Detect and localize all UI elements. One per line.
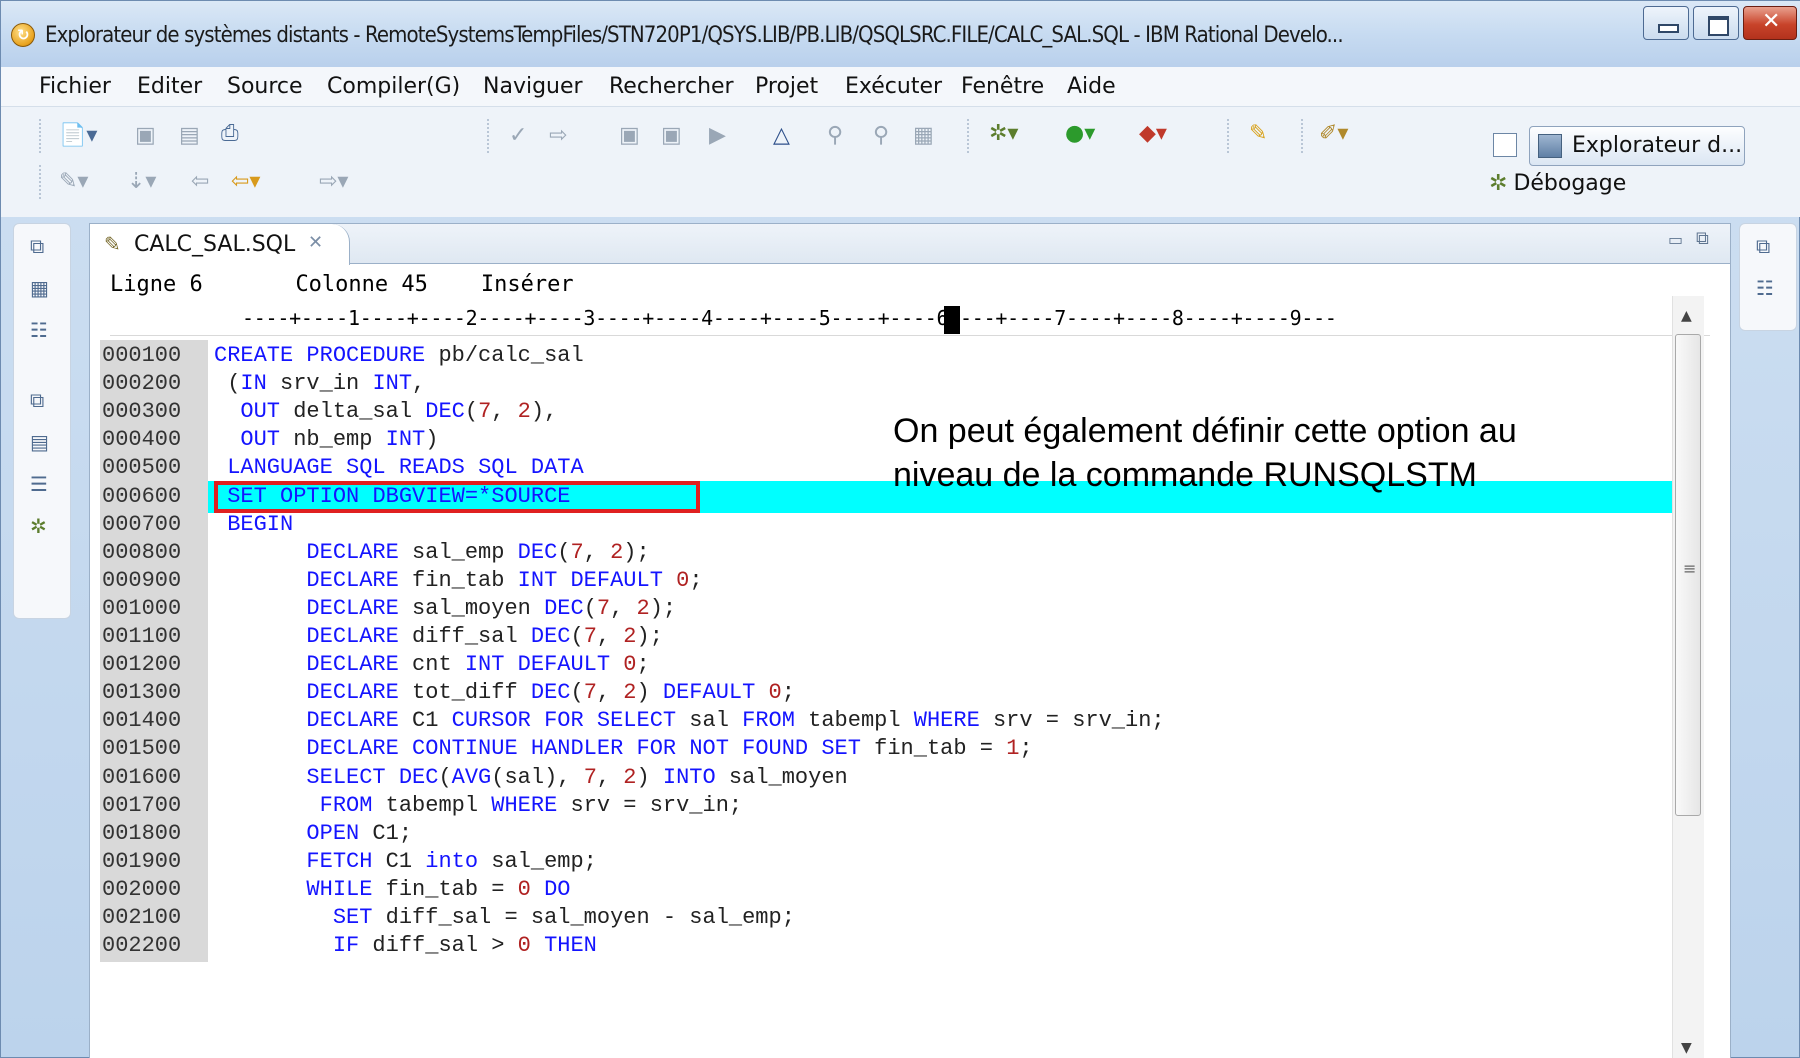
run-icon[interactable]: ●▾ (1065, 121, 1095, 147)
pencil-icon: ✎ (104, 232, 121, 256)
table-view-icon[interactable]: ▤ (30, 430, 49, 454)
print-icon[interactable]: ⎙ (221, 121, 239, 147)
app-icon: ↻ (11, 23, 35, 47)
restore-icon[interactable]: ⧉ (30, 388, 44, 412)
outline-view-icon[interactable]: ☷ (1756, 276, 1774, 300)
tab-label: CALC_SAL.SQL (134, 232, 296, 257)
toolbar-separator (487, 119, 489, 153)
annotation-callout: On peut également définir cette option a… (893, 409, 1613, 497)
minimize-button[interactable] (1643, 6, 1689, 40)
menu-compiler[interactable]: Compiler(G) (327, 74, 460, 99)
save-all-icon[interactable]: ▤ (179, 123, 200, 149)
last-edit-icon[interactable]: ✎▾ (59, 169, 88, 195)
close-button[interactable]: ✕ (1743, 6, 1797, 40)
ide-window: ↻ Explorateur de systèmes distants - Rem… (0, 0, 1800, 1058)
line-number: 000500 (100, 452, 208, 484)
perspective-explorer-button[interactable]: Explorateur d... (1529, 126, 1745, 166)
menu-editer[interactable]: Editer (137, 74, 202, 99)
tab-calc-sal[interactable]: ✎ CALC_SAL.SQL ✕ (90, 224, 350, 265)
grip-icon: ≡ (1683, 559, 1697, 578)
window-title: Explorateur de systèmes distants - Remot… (45, 23, 1344, 48)
toolbar-separator (1301, 119, 1303, 153)
maximize-view-icon[interactable]: ⧉ (1696, 228, 1709, 249)
perspective-debug-button[interactable]: ✲ Débogage (1489, 171, 1626, 196)
debug-run-icon[interactable]: ✲▾ (989, 121, 1018, 147)
check-icon[interactable]: ✓ (509, 123, 527, 149)
editor-status-line: Ligne 6 Colonne 45 Insérer (110, 272, 574, 297)
minimize-view-icon[interactable]: ▭ (1668, 230, 1683, 249)
menu-rechercher[interactable]: Rechercher (609, 74, 734, 99)
ruler-cursor-marker (944, 306, 960, 334)
right-view-trim: ⧉ ☷ (1739, 223, 1797, 331)
menu-aide[interactable]: Aide (1067, 74, 1116, 99)
close-icon: ✕ (1762, 9, 1781, 34)
scrollbar-thumb[interactable]: ≡ (1675, 334, 1701, 816)
remote-systems-icon[interactable]: ▦ (30, 276, 49, 300)
line-number: 002200 (100, 930, 208, 962)
delta-icon[interactable]: △ (773, 123, 790, 149)
resume-icon[interactable]: ▶ (709, 123, 726, 149)
open-perspective-icon[interactable] (1493, 133, 1517, 157)
maximize-button[interactable] (1693, 6, 1739, 40)
menu-naviguer[interactable]: Naviguer (483, 74, 583, 99)
editor-tabstrip: ✎ CALC_SAL.SQL ✕ ▭ ⧉ (90, 224, 1730, 265)
code-line[interactable]: 001500 DECLARE CONTINUE HANDLER FOR NOT … (100, 733, 1672, 765)
menu-bar: Fichier Editer Source Compiler(G) Navigu… (1, 67, 1800, 107)
line-code: LANGUAGE SQL READS SQL DATA (227, 455, 584, 480)
sql-editor: ✎ CALC_SAL.SQL ✕ ▭ ⧉ Ligne 6 Colonne 45 … (89, 223, 1731, 1058)
main-toolbar: 📄▾ ▣ ▤ ⎙ ✎▾ ⇣▾ ⇦ ⇦▾ ⇨▾ ✓ ⇨ ▣ ▣ ▶ △ ⚲ ⚲ ▦… (1, 107, 1800, 217)
toolbar-separator (1227, 119, 1229, 153)
ruler-text: ----+----1----+----2----+----3----+----4… (242, 306, 1337, 330)
highlight-icon[interactable]: ✎ (1249, 121, 1267, 147)
toolbar-separator (967, 119, 969, 153)
scroll-up-icon[interactable]: ▲ (1681, 308, 1692, 324)
menu-fenetre[interactable]: Fenêtre (961, 74, 1044, 99)
line-indicator: Ligne 6 (110, 272, 203, 297)
line-code: IF diff_sal > 0 THEN (332, 933, 597, 958)
restore-icon[interactable]: ⧉ (30, 234, 44, 258)
menu-source[interactable]: Source (227, 74, 303, 99)
line-code: DECLARE CONTINUE HANDLER FOR NOT FOUND S… (306, 736, 1033, 761)
back-icon[interactable]: ⇦▾ (231, 169, 260, 195)
bug-icon: ✲ (1489, 171, 1508, 196)
menu-fichier[interactable]: Fichier (39, 74, 111, 99)
annotation-nav-icon[interactable]: ⇣▾ (127, 169, 156, 195)
new-icon[interactable]: 📄▾ (59, 123, 97, 149)
scroll-down-icon[interactable]: ▼ (1681, 1040, 1692, 1056)
insert-mode-indicator: Insérer (480, 272, 574, 297)
annotation-line-1: On peut également définir cette option a… (893, 412, 1517, 450)
perspective-debug-label: Débogage (1513, 171, 1627, 196)
properties-icon[interactable]: ☰ (30, 472, 48, 496)
restore-icon[interactable]: ⧉ (1756, 234, 1770, 258)
back-history-icon[interactable]: ⇦ (191, 169, 209, 195)
menu-projet[interactable]: Projet (755, 74, 818, 99)
annotation-line-2: niveau de la commande RUNSQLSTM (893, 456, 1477, 494)
column-indicator: Colonne 45 (295, 272, 428, 297)
pin-icon[interactable]: ✐▾ (1319, 121, 1348, 147)
step-over-icon[interactable]: ▣ (661, 123, 682, 149)
binary-icon[interactable]: ▦ (913, 123, 934, 149)
compile-icon[interactable]: ⇨ (549, 123, 567, 149)
debug-view-icon[interactable]: ✲ (30, 514, 47, 538)
code-line[interactable]: 002200 IF diff_sal > 0 THEN (100, 930, 1672, 962)
explorer-perspective-icon (1538, 134, 1562, 158)
filter-icon[interactable]: ⚲ (827, 123, 843, 149)
toolbar-separator (39, 165, 41, 199)
title-bar[interactable]: ↻ Explorateur de systèmes distants - Rem… (1, 1, 1800, 67)
line-number: 001500 (100, 733, 208, 765)
vertical-scrollbar[interactable]: ▲ ≡ ▼ (1672, 296, 1704, 1058)
forward-icon[interactable]: ⇨▾ (319, 169, 348, 195)
outline-icon[interactable]: ☷ (30, 318, 48, 342)
menu-executer[interactable]: Exécuter (845, 74, 942, 99)
close-icon[interactable]: ✕ (308, 232, 323, 253)
step-into-icon[interactable]: ▣ (619, 123, 640, 149)
save-icon[interactable]: ▣ (135, 123, 156, 149)
toolbar-separator (39, 119, 41, 153)
left-view-trim: ⧉ ▦ ☷ ⧉ ▤ ☰ ✲ (13, 223, 71, 619)
filter-alt-icon[interactable]: ⚲ (873, 123, 889, 149)
column-ruler: ----+----1----+----2----+----3----+----4… (110, 306, 1710, 336)
external-tools-icon[interactable]: ◆▾ (1139, 121, 1167, 147)
perspective-explorer-label: Explorateur d... (1572, 133, 1743, 158)
